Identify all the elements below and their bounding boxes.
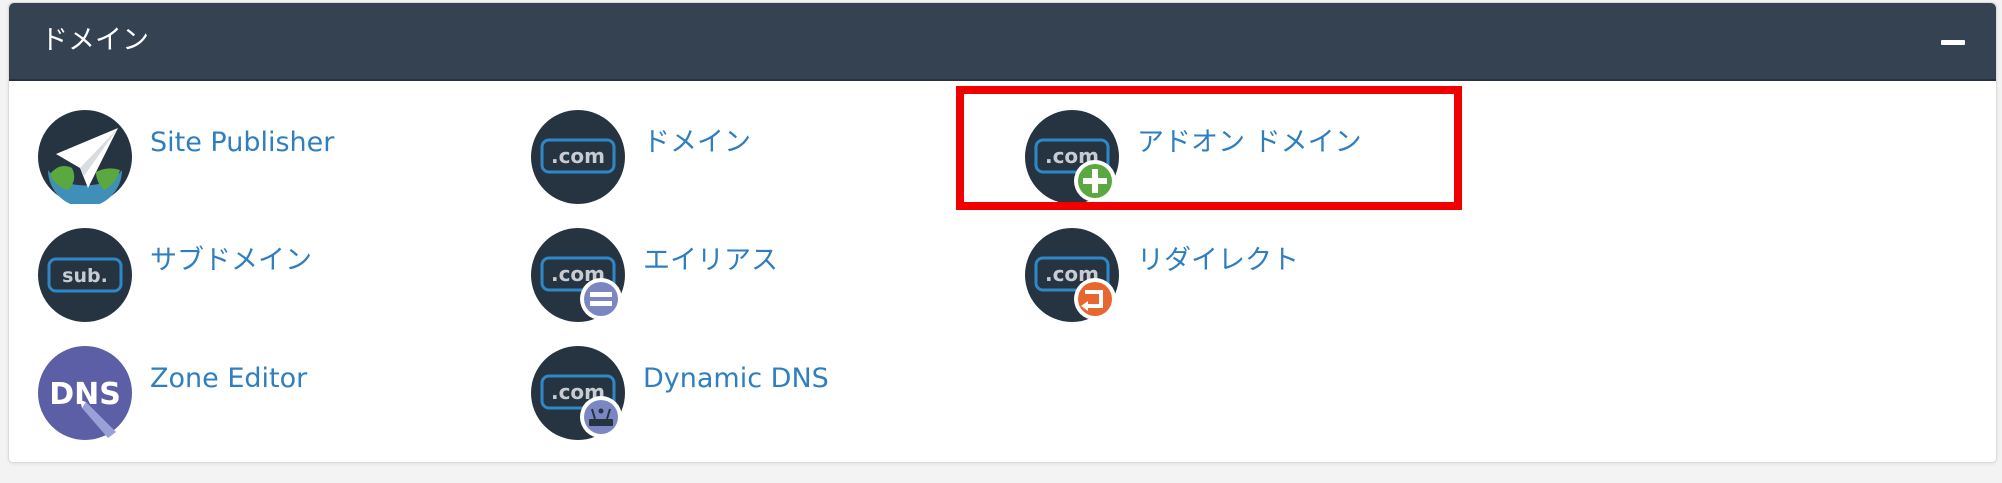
zone-editor-link[interactable]: DNS Zone Editor <box>38 346 338 446</box>
site-publisher-link[interactable]: Site Publisher <box>38 110 368 210</box>
subdomains-label: サブドメイン <box>150 245 312 276</box>
redirects-label: リダイレクト <box>1137 245 1299 276</box>
paper-plane-globe-icon <box>38 110 132 204</box>
dotcom-redirect-icon: .com <box>1025 228 1119 322</box>
aliases-label: エイリアス <box>643 245 778 276</box>
minus-icon[interactable] <box>1938 31 1968 53</box>
zone-editor-label: Zone Editor <box>150 363 308 394</box>
aliases-link[interactable]: .com エイリアス <box>531 228 831 328</box>
highlight-box <box>956 86 1462 210</box>
sub-domain-icon: sub. <box>38 228 132 322</box>
subdomains-link[interactable]: sub. サブドメイン <box>38 228 338 328</box>
panel-header[interactable]: ドメイン <box>9 3 1996 81</box>
dotcom-icon: .com <box>531 110 625 204</box>
dynamic-dns-link[interactable]: .com Dynamic DNS <box>531 346 851 446</box>
domains-label: ドメイン <box>643 127 751 158</box>
domains-panel: ドメイン Site Publisher .com ドメイン .com アドオン … <box>8 2 1997 463</box>
domains-link[interactable]: .com ドメイン <box>531 110 791 210</box>
dotcom-equals-icon: .com <box>531 228 625 322</box>
dns-pencil-icon: DNS <box>38 346 132 440</box>
redirects-link[interactable]: .com リダイレクト <box>1025 228 1345 328</box>
svg-text:.com: .com <box>551 144 605 168</box>
svg-text:sub.: sub. <box>62 265 108 287</box>
panel-title: ドメイン <box>41 25 149 56</box>
dynamic-dns-label: Dynamic DNS <box>643 363 829 394</box>
site-publisher-label: Site Publisher <box>150 127 335 158</box>
dotcom-router-icon: .com <box>531 346 625 440</box>
